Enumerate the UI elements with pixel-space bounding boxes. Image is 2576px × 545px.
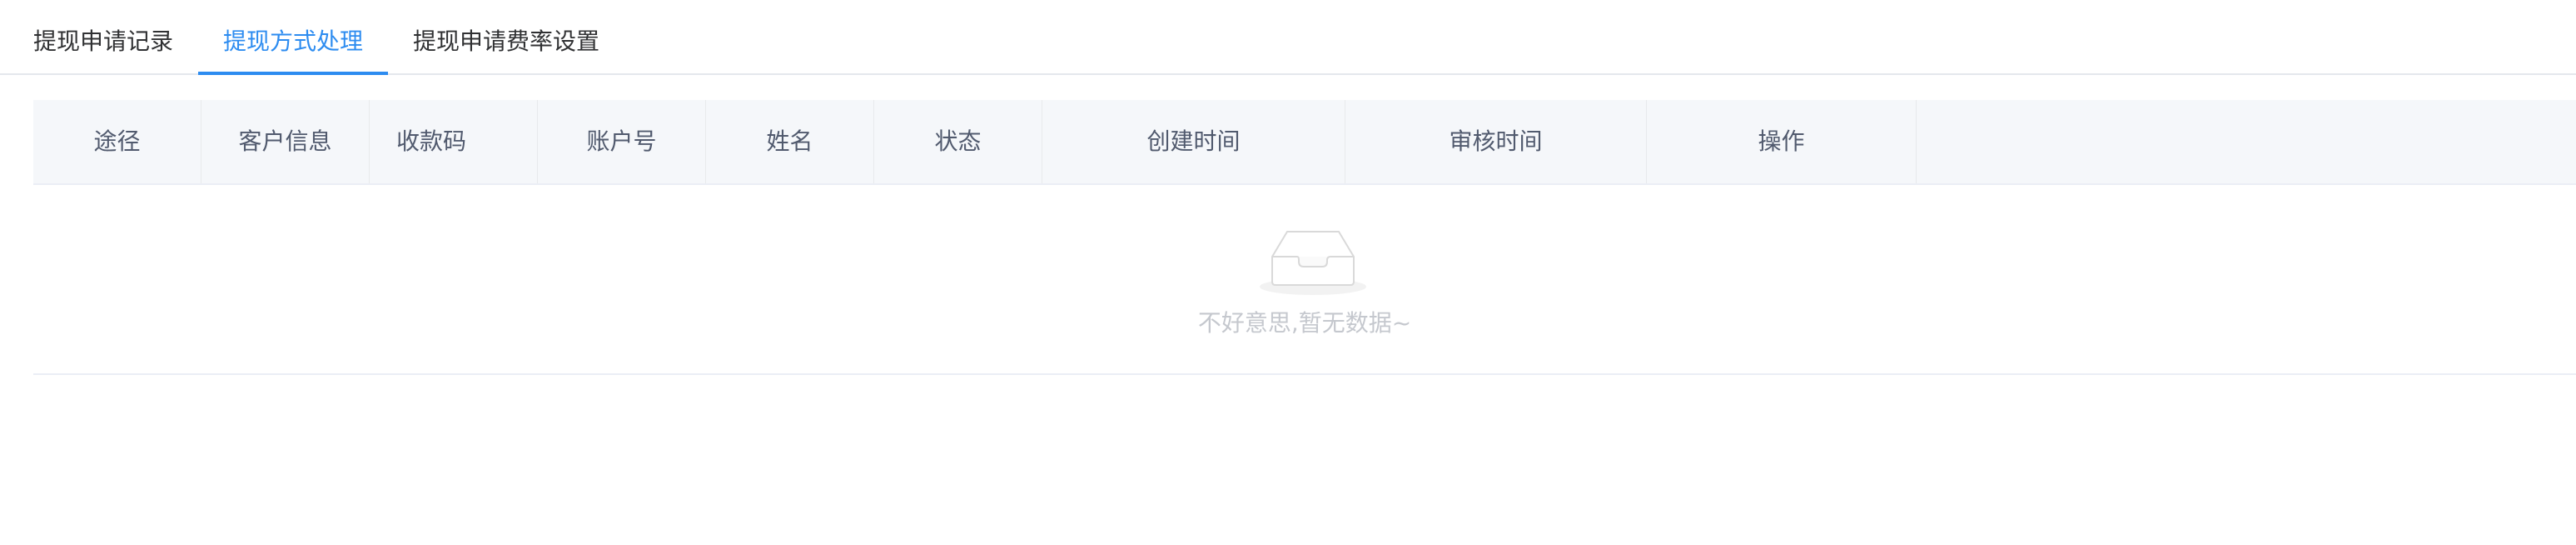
table-header: 途径 客户信息 收款码 账户号 姓名 状态 创建时间 审核时间 操作 bbox=[33, 100, 2576, 185]
tab-withdraw-records[interactable]: 提现申请记录 bbox=[33, 0, 173, 75]
tab-withdraw-methods[interactable]: 提现方式处理 bbox=[223, 0, 363, 75]
empty-state-text: 不好意思,暂无数据~ bbox=[1197, 309, 1412, 337]
column-header-customer-info: 客户信息 bbox=[201, 100, 370, 183]
withdraw-methods-table: 途径 客户信息 收款码 账户号 姓名 状态 创建时间 审核时间 操作 不好意思,… bbox=[33, 100, 2576, 375]
column-header-payment-code: 收款码 bbox=[370, 100, 538, 183]
column-header-status: 状态 bbox=[874, 100, 1042, 183]
column-header-channel: 途径 bbox=[33, 100, 201, 183]
column-header-reviewed-time: 审核时间 bbox=[1345, 100, 1647, 183]
active-tab-indicator bbox=[198, 72, 388, 75]
tab-bar: 提现申请记录 提现方式处理 提现申请费率设置 bbox=[0, 0, 2576, 75]
page: 提现申请记录 提现方式处理 提现申请费率设置 途径 客户信息 收款码 账户号 姓… bbox=[0, 0, 2576, 545]
column-header-name: 姓名 bbox=[706, 100, 874, 183]
column-header-actions: 操作 bbox=[1647, 100, 1917, 183]
column-header-created-time: 创建时间 bbox=[1042, 100, 1345, 183]
empty-inbox-icon bbox=[1260, 231, 1366, 295]
empty-state: 不好意思,暂无数据~ bbox=[33, 185, 2576, 375]
tab-withdraw-fee-settings[interactable]: 提现申请费率设置 bbox=[413, 0, 599, 75]
column-header-account-number: 账户号 bbox=[538, 100, 706, 183]
